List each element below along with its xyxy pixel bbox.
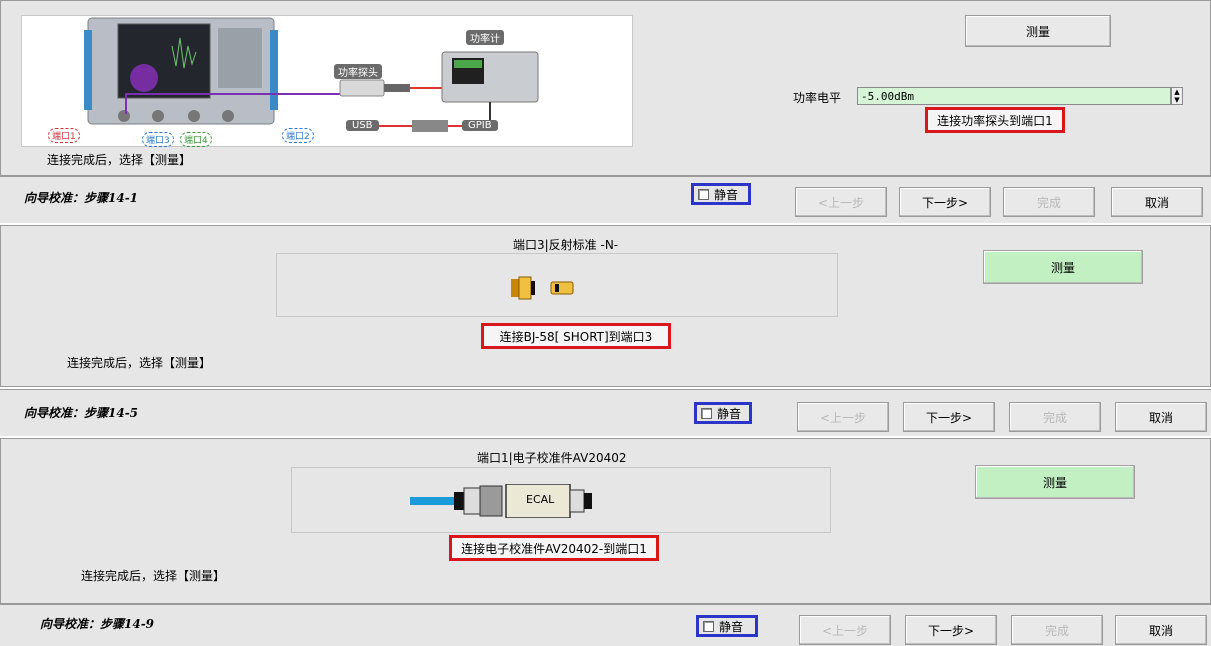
connect-instruction-box: 连接电子校准件AV20402-到端口1	[449, 535, 659, 561]
standard-title: 端口1|电子校准件AV20402	[477, 451, 627, 465]
finish-button[interactable]: 完成	[1003, 187, 1095, 217]
diagram-label-port3: 端口3	[142, 132, 174, 147]
next-button[interactable]: 下一步>	[903, 402, 995, 432]
ecal-module-icon	[410, 484, 592, 518]
diagram-label-gpib: GPIB	[462, 120, 498, 131]
wizard-footer-1: 向导校准：步骤14-1 静音 <上一步 下一步> 完成 取消	[0, 176, 1211, 223]
step-label: 向导校准：步骤14-9	[40, 617, 155, 631]
mute-label: 静音	[717, 406, 742, 421]
short-standard-icon	[511, 276, 574, 300]
mute-checkbox[interactable]: 静音	[694, 402, 752, 424]
cancel-button[interactable]: 取消	[1111, 187, 1203, 217]
cancel-button[interactable]: 取消	[1115, 615, 1207, 645]
measure-button[interactable]: 测量	[975, 465, 1135, 499]
checkbox-box[interactable]	[703, 620, 714, 632]
diagram-label-usb: USB	[346, 120, 379, 131]
wizard-panel-1: 功率计 功率探头 USB GPIB 端口1 端口3 端口4 端口2 连接完成后，…	[0, 0, 1211, 176]
mute-label: 静音	[714, 187, 739, 202]
cancel-button[interactable]: 取消	[1115, 402, 1207, 432]
wizard-panel-3: 端口1|电子校准件AV20402 ECAL 连接电子校准件AV20402-到端口…	[0, 438, 1211, 604]
instruction-text: 连接完成后，选择【测量】	[81, 569, 226, 583]
diagram-label-port1: 端口1	[48, 128, 80, 143]
ecal-label: ECAL	[526, 493, 555, 506]
power-level-spinner[interactable]: ▲ ▼	[1171, 87, 1183, 105]
measure-button[interactable]: 测量	[965, 15, 1111, 47]
diagram-label-power-meter: 功率计	[466, 30, 504, 45]
instrument-setup-illustration	[84, 17, 539, 132]
step-label: 向导校准：步骤14-5	[24, 406, 139, 420]
checkbox-box[interactable]	[701, 407, 712, 419]
prev-button[interactable]: <上一步	[795, 187, 887, 217]
standard-image-frame	[276, 253, 838, 317]
prev-button[interactable]: <上一步	[797, 402, 889, 432]
diagram-label-port2: 端口2	[282, 128, 314, 143]
connection-diagram: 功率计 功率探头 USB GPIB 端口1 端口3 端口4 端口2	[21, 15, 633, 147]
connect-instruction-box: 连接功率探头到端口1	[925, 107, 1065, 133]
wizard-footer-3: 向导校准：步骤14-9 静音 <上一步 下一步> 完成 取消	[0, 604, 1211, 646]
diagram-label-port4: 端口4	[180, 132, 212, 147]
next-button[interactable]: 下一步>	[899, 187, 991, 217]
connect-instruction-box: 连接BJ-58[ SHORT]到端口3	[481, 323, 671, 349]
power-level-label: 功率电平	[793, 91, 842, 105]
wizard-footer-2: 向导校准：步骤14-5 静音 <上一步 下一步> 完成 取消	[0, 389, 1211, 436]
mute-label: 静音	[719, 619, 744, 634]
finish-button[interactable]: 完成	[1011, 615, 1103, 645]
prev-button[interactable]: <上一步	[799, 615, 891, 645]
finish-button[interactable]: 完成	[1009, 402, 1101, 432]
standard-image-frame: ECAL	[291, 467, 831, 533]
next-button[interactable]: 下一步>	[905, 615, 997, 645]
power-level-input[interactable]: -5.00dBm	[857, 87, 1171, 105]
wizard-panel-2: 端口3|反射标准 -N- 连接BJ-58[ SHORT]到端口3 连接完成后，选…	[0, 225, 1211, 387]
measure-button[interactable]: 测量	[983, 250, 1143, 284]
checkbox-box[interactable]	[698, 188, 709, 200]
mute-checkbox[interactable]: 静音	[691, 183, 751, 205]
instruction-text: 连接完成后，选择【测量】	[47, 153, 192, 167]
standard-title: 端口3|反射标准 -N-	[513, 238, 619, 252]
instruction-text: 连接完成后，选择【测量】	[67, 356, 212, 370]
mute-checkbox[interactable]: 静音	[696, 615, 758, 637]
diagram-label-power-probe: 功率探头	[334, 64, 382, 79]
step-label: 向导校准：步骤14-1	[24, 191, 139, 205]
